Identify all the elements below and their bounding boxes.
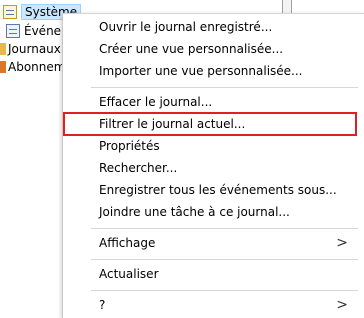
pane-splitter[interactable] <box>282 0 292 14</box>
menu-item-label: Affichage <box>99 236 156 250</box>
menu-item-help[interactable]: ? > <box>63 294 364 316</box>
menu-separator <box>91 228 358 229</box>
log-icon <box>6 24 20 38</box>
folder-icon <box>0 61 6 73</box>
menu-item-save-all-events[interactable]: Enregistrer tous les événements sous... <box>63 179 364 201</box>
menu-item-label: Importer une vue personnalisée... <box>99 64 303 78</box>
submenu-arrow-icon: > <box>336 297 348 313</box>
menu-separator <box>91 290 358 291</box>
menu-item-label: Rechercher... <box>99 161 178 175</box>
menu-item-refresh[interactable]: Actualiser <box>63 263 364 285</box>
menu-item-open-saved-log[interactable]: Ouvrir le journal enregistré... <box>63 16 364 38</box>
log-icon <box>3 5 17 19</box>
menu-item-label: Créer une vue personnalisée... <box>99 42 284 56</box>
menu-item-label: Filtrer le journal actuel... <box>99 117 246 131</box>
submenu-arrow-icon: > <box>336 235 348 251</box>
menu-item-clear-log[interactable]: Effacer le journal... <box>63 91 364 113</box>
menu-item-label: Joindre une tâche à ce journal... <box>99 205 290 219</box>
menu-separator <box>91 259 358 260</box>
menu-item-filter-current-log[interactable]: Filtrer le journal actuel... <box>63 113 364 135</box>
folder-icon <box>0 43 6 55</box>
menu-item-view[interactable]: Affichage > <box>63 232 364 254</box>
menu-item-attach-task[interactable]: Joindre une tâche à ce journal... <box>63 201 364 223</box>
menu-separator <box>91 87 358 88</box>
menu-item-label: Actualiser <box>99 267 159 281</box>
menu-item-label: Ouvrir le journal enregistré... <box>99 20 273 34</box>
context-menu: Ouvrir le journal enregistré... Créer un… <box>62 13 364 318</box>
menu-item-properties[interactable]: Propriétés <box>63 135 364 157</box>
menu-item-label: Propriétés <box>99 139 160 153</box>
menu-item-label: ? <box>99 298 106 312</box>
menu-item-label: Effacer le journal... <box>99 95 213 109</box>
menu-item-find[interactable]: Rechercher... <box>63 157 364 179</box>
menu-item-create-custom-view[interactable]: Créer une vue personnalisée... <box>63 38 364 60</box>
menu-item-label: Enregistrer tous les événements sous... <box>99 183 337 197</box>
event-viewer-window: Système Événements Journaux des applicat… <box>0 0 364 318</box>
menu-item-import-custom-view[interactable]: Importer une vue personnalisée... <box>63 60 364 82</box>
